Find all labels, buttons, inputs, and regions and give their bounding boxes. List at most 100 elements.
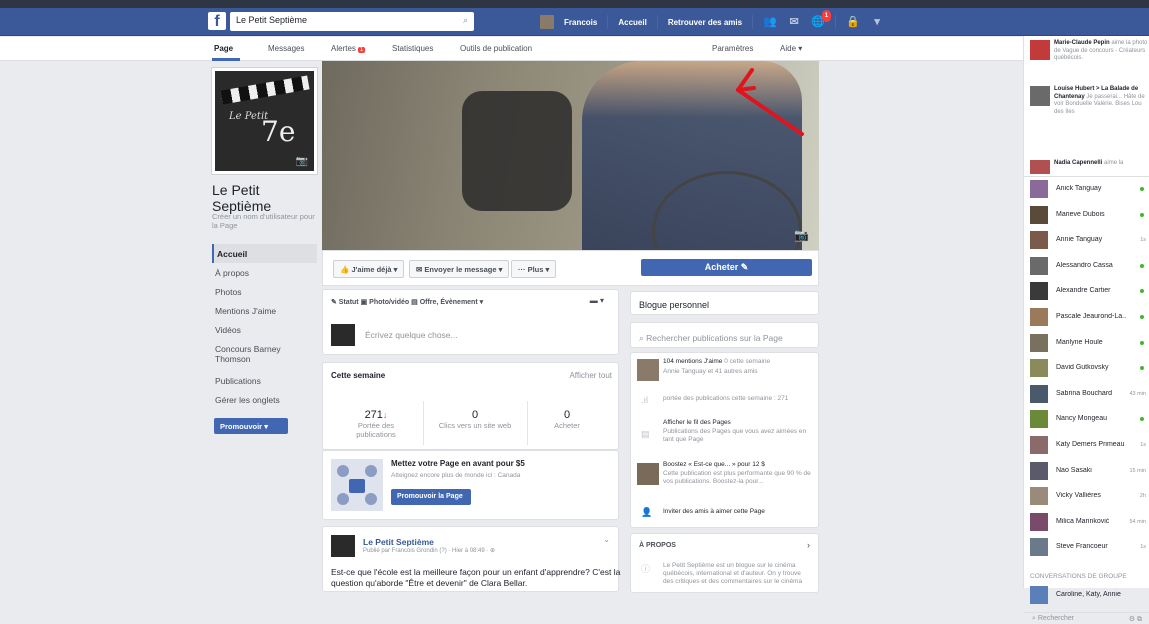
sidebar-item-posts[interactable]: Publications — [212, 371, 317, 390]
ticker-item[interactable]: Marie-Claude Pepin aime la photo de Vagu… — [1030, 40, 1147, 84]
ticker-avatar — [1030, 160, 1050, 174]
chat-contact-row[interactable]: David Gutkovsky — [1030, 357, 1146, 378]
pages-feed-title[interactable]: Afficher le fil des Pages — [663, 419, 813, 427]
stat-reach[interactable]: 271↓ Portée des publications — [341, 409, 411, 439]
group-chat-row[interactable]: Caroline, Katy, Annie — [1030, 584, 1146, 604]
like-button[interactable]: 👍 J'aime déjà ▾ — [333, 260, 405, 278]
camera-icon[interactable]: 📷 — [296, 156, 308, 167]
user-avatar[interactable] — [540, 15, 554, 29]
camera-icon[interactable]: 📷 — [794, 228, 809, 242]
notifications-icon[interactable]: 🌐 1 — [811, 10, 832, 28]
likes-summary[interactable]: 104 mentions J'aime 0 cette semaine — [663, 358, 813, 366]
sidebar-item-videos[interactable]: Vidéos — [212, 320, 317, 339]
chat-contact-row[interactable]: Steve Francoeur 1s — [1030, 536, 1146, 557]
tab-insights[interactable]: Statistiques — [392, 44, 433, 53]
user-name-link[interactable]: Francois — [564, 18, 597, 27]
active-tab-indicator — [212, 58, 240, 61]
tab-alerts[interactable]: Alertes 1 — [331, 44, 366, 53]
blog-category[interactable]: Blogue personnel — [639, 300, 709, 310]
post-options-icon[interactable]: ⌄ — [603, 535, 610, 544]
group-avatar — [1030, 586, 1048, 604]
ticker-item[interactable]: Louise Hubert > La Balade de Chantenay J… — [1030, 86, 1146, 150]
online-status-dot — [1140, 187, 1144, 191]
composer-input[interactable]: Écrivez quelque chose... — [365, 330, 458, 340]
contact-avatar — [1030, 308, 1048, 326]
chat-contact-row[interactable]: Annie Tanguay 1s — [1030, 229, 1146, 250]
privacy-icon[interactable]: 🔒 — [846, 16, 860, 28]
chevron-right-icon[interactable]: › — [807, 540, 810, 550]
friend-requests-icon[interactable]: 👥 — [763, 16, 777, 28]
boost-thumbnail — [637, 463, 659, 485]
stat-buy[interactable]: 0 Acheter — [537, 409, 597, 430]
group-chat-name: Caroline, Katy, Annie — [1056, 591, 1121, 598]
chat-contact-row[interactable]: Katy Demers Primeau 1s — [1030, 434, 1146, 454]
send-message-button[interactable]: ✉ Envoyer le message ▾ — [409, 260, 510, 278]
tab-publishing-tools[interactable]: Outils de publication — [460, 44, 532, 53]
home-link[interactable]: Accueil — [618, 18, 646, 27]
post-author[interactable]: Le Petit Septième — [363, 537, 434, 547]
arrow-down-icon: ↓ — [382, 410, 388, 420]
create-username-link[interactable]: Créer un nom d'utilisateur pour la Page — [212, 212, 322, 230]
promote-page-button[interactable]: Promouvoir la Page — [391, 489, 471, 505]
profile-picture[interactable]: Le Petit 7e 📷 — [212, 68, 317, 174]
help-menu[interactable]: Aide ▾ — [780, 44, 802, 53]
page-search-input[interactable]: ⌕ Rechercher publications sur la Page — [639, 333, 783, 344]
boost-title[interactable]: Boostez « Est-ce que... » pour 12 $ — [663, 461, 813, 469]
likes-friends[interactable]: Annie Tanguay et 41 autres amis — [663, 368, 813, 376]
chat-settings-icon[interactable]: ⚙ ⧉ — [1129, 615, 1142, 624]
composer-card: ✎ Statut ▣ Photo/vidéo ▤ Offre, Évènemen… — [322, 289, 619, 355]
post-meta: Publié par Francois Grondin (?) · Hier à… — [363, 548, 496, 554]
chat-contact-row[interactable]: Vicky Vallières 2h — [1030, 485, 1146, 506]
promote-button[interactable]: Promouvoir ▾ — [214, 418, 288, 434]
promote-illustration — [331, 459, 383, 511]
tab-page[interactable]: Page — [214, 44, 233, 53]
contact-avatar — [1030, 205, 1048, 224]
contact-name: Nancy Mongeau — [1056, 415, 1107, 423]
reach-summary[interactable]: portée des publications cette semaine : … — [663, 395, 813, 403]
page-title: Le Petit Septième — [212, 182, 272, 214]
search-input[interactable]: Le Petit Septième ⌕ — [230, 12, 474, 31]
account-menu-icon[interactable]: ▾ — [870, 16, 884, 28]
pages-feed-subtitle: Publications des Pages que vous avez aim… — [663, 428, 807, 443]
chat-contact-row[interactable]: Alessandro Cassa — [1030, 255, 1146, 275]
boost-subtitle: Cette publication est plus performante q… — [663, 470, 811, 485]
chat-contact-row[interactable]: Alexandre Cartier — [1030, 280, 1146, 301]
sidebar-item-likes[interactable]: Mentions J'aime — [212, 301, 317, 320]
chat-contact-row[interactable]: Milica Marinković 54 min — [1030, 511, 1146, 531]
see-all-link[interactable]: Afficher tout — [569, 371, 612, 380]
composer-tabs[interactable]: ✎ Statut ▣ Photo/vidéo ▤ Offre, Évènemen… — [331, 298, 483, 306]
invite-friends-link[interactable]: Inviter des amis à aimer cette Page — [663, 508, 813, 516]
chat-contact-row[interactable]: Nao Sasaki 15 min — [1030, 460, 1146, 480]
chat-contact-row[interactable]: Nancy Mongeau — [1030, 408, 1146, 429]
stat-clicks[interactable]: 0 Clics vers un site web — [427, 409, 523, 430]
promote-label: Promouvoir — [220, 422, 263, 431]
tab-settings[interactable]: Paramètres — [712, 44, 753, 53]
chat-search-input[interactable]: ⌕ Rechercher ⚙ ⧉ — [1024, 612, 1149, 624]
sidebar-item-home[interactable]: Accueil — [212, 244, 317, 263]
messages-icon[interactable]: ✉ — [787, 16, 801, 28]
chat-contact-row[interactable]: Marieve Dubois — [1030, 204, 1146, 224]
chat-contact-row[interactable]: Pascale Jeaurond-La... — [1030, 306, 1146, 326]
tab-messages[interactable]: Messages — [268, 44, 304, 53]
stat-buy-value: 0 — [563, 409, 571, 421]
online-status-dot — [1140, 366, 1144, 371]
last-active-time: 54 min — [1129, 518, 1146, 525]
post-avatar[interactable] — [331, 535, 355, 557]
buy-button[interactable]: Acheter ✎ — [641, 259, 812, 276]
facebook-logo-icon[interactable]: f — [208, 12, 226, 30]
search-icon[interactable]: ⌕ — [463, 15, 468, 26]
more-button[interactable]: ··· Plus ▾ — [511, 260, 557, 278]
stat-reach-value: 271 — [364, 409, 383, 421]
chat-contact-row[interactable]: Marilyne Houle — [1030, 332, 1146, 352]
sidebar-item-photos[interactable]: Photos — [212, 282, 317, 301]
post-text: Est-ce que l'école est la meilleure faço… — [331, 567, 621, 588]
sidebar-item-contest[interactable]: Concours Barney Thomson — [212, 339, 317, 371]
ticker-item[interactable]: Nadia Capennelli aime la — [1030, 160, 1146, 176]
chat-contact-row[interactable]: Anick Tanguay — [1030, 178, 1146, 198]
contact-avatar — [1030, 231, 1048, 250]
sidebar-item-about[interactable]: À propos — [212, 263, 317, 282]
find-friends-link[interactable]: Retrouver des amis — [668, 18, 742, 27]
composer-menu-icon[interactable]: ▬ ▾ — [590, 296, 604, 305]
sidebar-item-manage-tabs[interactable]: Gérer les onglets — [212, 390, 317, 409]
chat-contact-row[interactable]: Sabrina Bouchard 43 min — [1030, 383, 1146, 403]
